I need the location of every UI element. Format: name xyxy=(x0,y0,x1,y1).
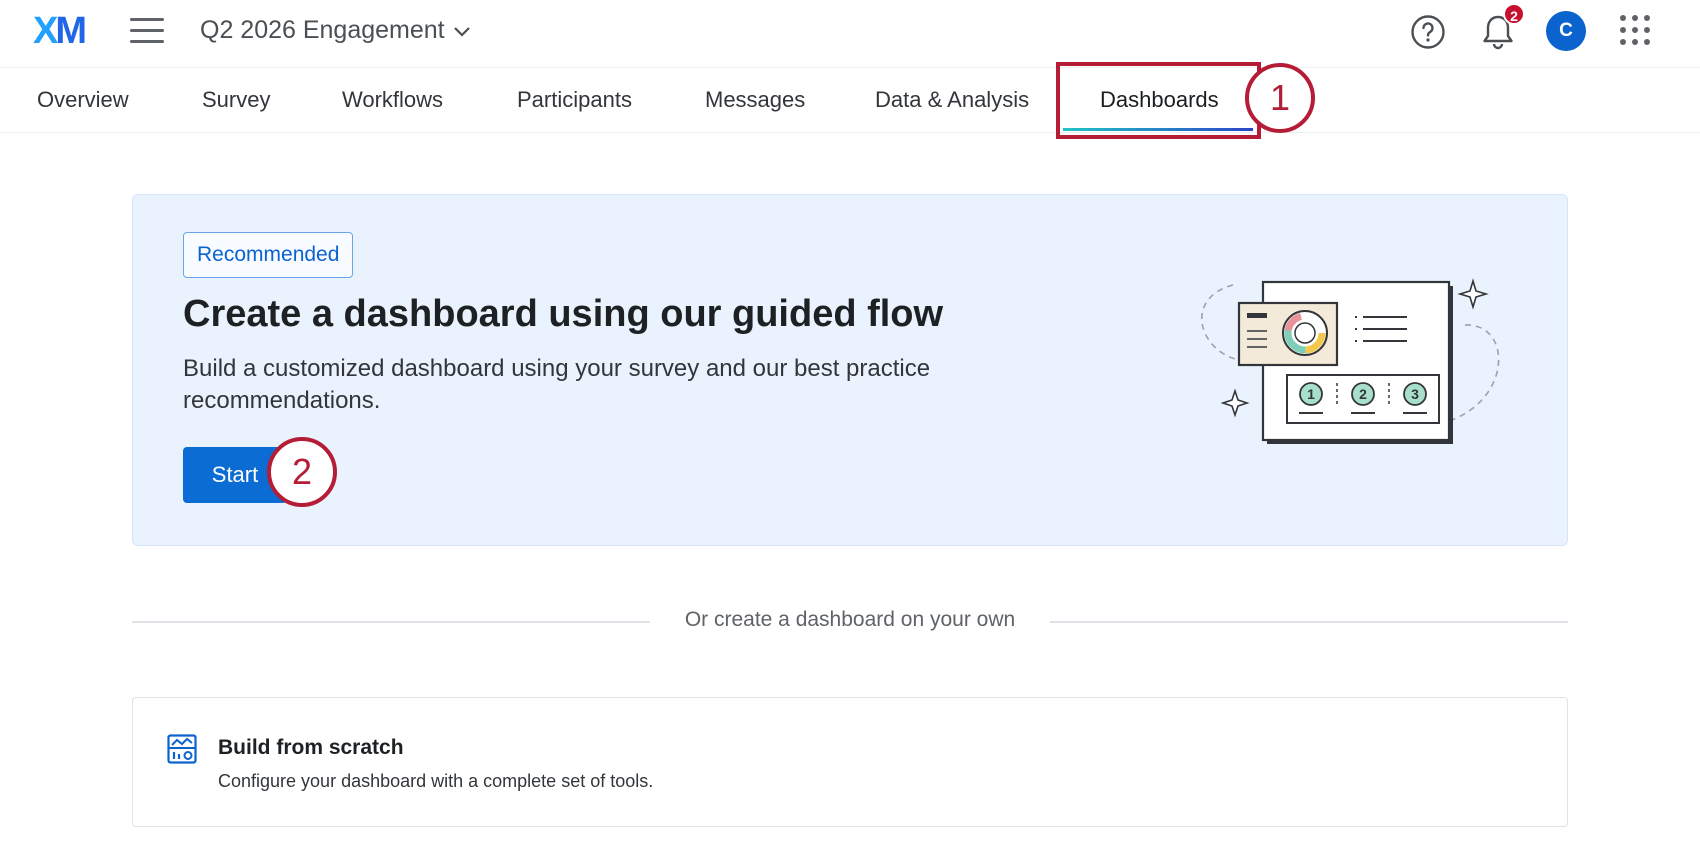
callout-marker-2: 2 xyxy=(267,437,337,507)
dashboard-chart-icon xyxy=(167,734,197,764)
notification-badge: 2 xyxy=(1503,3,1525,25)
recommended-badge: Recommended xyxy=(183,232,354,278)
tab-messages[interactable]: Messages xyxy=(705,68,805,133)
avatar[interactable]: C xyxy=(1546,11,1586,51)
tab-survey[interactable]: Survey xyxy=(202,68,270,133)
scratch-description: Configure your dashboard with a complete… xyxy=(218,771,654,791)
scratch-title: Build from scratch xyxy=(218,736,404,759)
logo-m: M xyxy=(55,10,87,52)
apps-grid-icon[interactable] xyxy=(1618,13,1652,47)
illustration-step-3: 3 xyxy=(1411,386,1419,402)
help-icon[interactable] xyxy=(1410,14,1446,50)
top-bar: XM Q2 2026 Engagement 2 C xyxy=(0,0,1700,68)
hero-description: Build a customized dashboard using your … xyxy=(183,355,931,414)
tab-participants[interactable]: Participants xyxy=(517,68,632,133)
tab-workflows[interactable]: Workflows xyxy=(342,68,443,133)
chevron-down-icon xyxy=(453,27,470,37)
divider-text: Or create a dashboard on your own xyxy=(684,608,1016,631)
dashboard-illustration: 1 2 3 xyxy=(1201,278,1500,444)
xm-logo[interactable]: XM xyxy=(33,10,95,52)
project-title: Q2 2026 Engagement xyxy=(200,16,445,44)
project-selector[interactable]: Q2 2026 Engagement xyxy=(200,16,471,45)
tab-overview[interactable]: Overview xyxy=(37,68,129,133)
callout-highlight-box xyxy=(1056,62,1261,139)
or-divider: Or create a dashboard on your own xyxy=(132,606,1568,636)
callout-marker-1: 1 xyxy=(1245,63,1315,133)
menu-icon[interactable] xyxy=(130,18,164,46)
tab-bar: Overview Survey Workflows Participants M… xyxy=(0,68,1700,133)
illustration-step-1: 1 xyxy=(1307,386,1315,402)
illustration-step-2: 2 xyxy=(1359,386,1367,402)
hero-title: Create a dashboard using our guided flow xyxy=(183,293,944,335)
guided-flow-card: Recommended Create a dashboard using our… xyxy=(132,194,1568,546)
logo-x: X xyxy=(33,10,58,52)
divider-line-right xyxy=(1050,621,1568,623)
tab-data-analysis[interactable]: Data & Analysis xyxy=(875,68,1029,133)
build-from-scratch-card[interactable]: Build from scratch Configure your dashbo… xyxy=(132,697,1568,827)
